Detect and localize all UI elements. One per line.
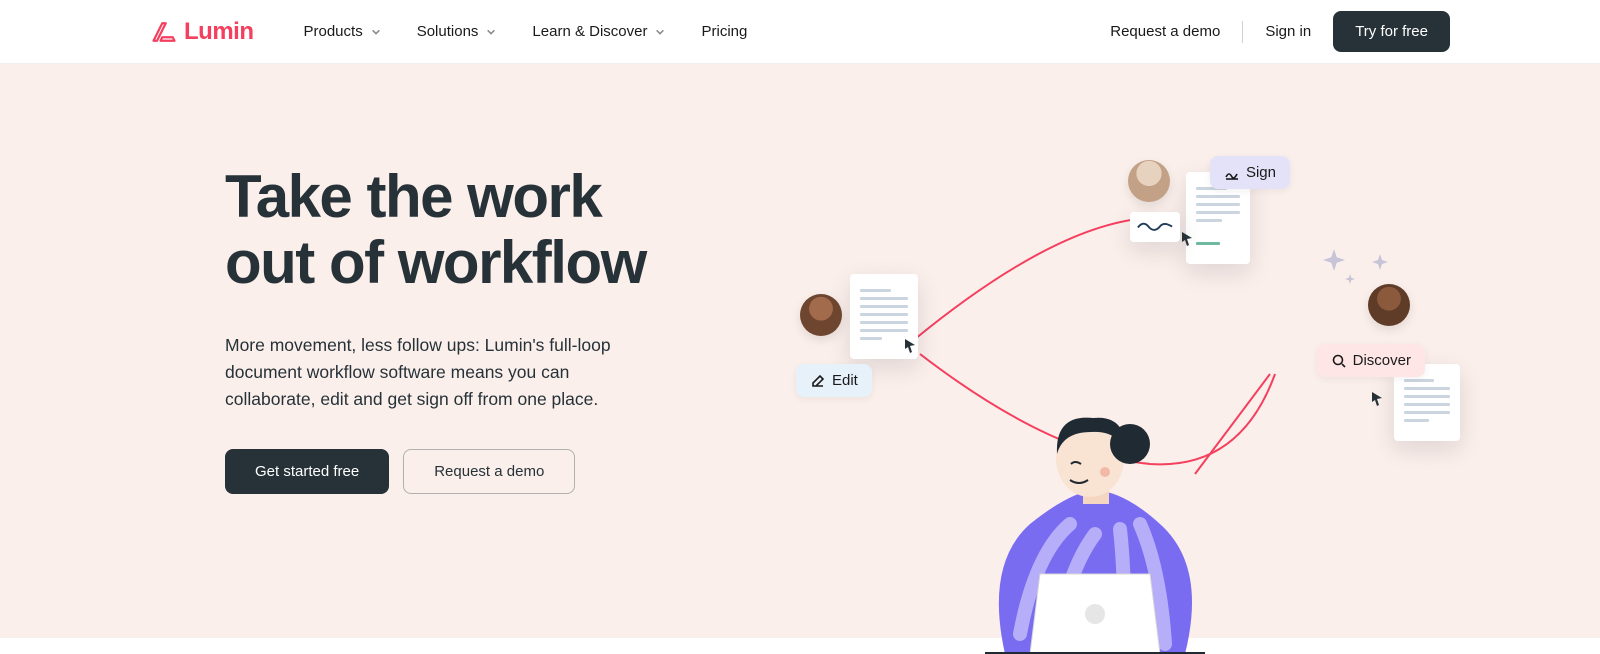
chevron-down-icon (655, 27, 665, 37)
person-illustration (975, 374, 1215, 654)
chevron-down-icon (486, 27, 496, 37)
cursor-icon (1182, 232, 1194, 246)
edit-icon (810, 373, 826, 389)
nav-label: Learn & Discover (532, 23, 647, 40)
nav-products[interactable]: Products (304, 23, 381, 40)
pill-label: Sign (1246, 164, 1276, 181)
divider (1242, 21, 1243, 43)
hero-section: Take the work out of workflow More movem… (0, 64, 1600, 638)
signature-icon (1224, 165, 1240, 181)
nav-label: Pricing (701, 23, 747, 40)
lumin-logo-icon (150, 18, 178, 46)
request-demo-button[interactable]: Request a demo (403, 449, 575, 494)
nav-label: Products (304, 23, 363, 40)
sparkle-icon (1323, 249, 1345, 271)
cta-row: Get started free Request a demo (225, 449, 765, 494)
get-started-free-button[interactable]: Get started free (225, 449, 389, 494)
primary-nav: Products Solutions Learn & Discover Pric… (304, 23, 748, 40)
header-actions: Request a demo Sign in Try for free (1110, 11, 1450, 52)
sparkle-icon (1372, 254, 1388, 270)
nav-pricing[interactable]: Pricing (701, 23, 747, 40)
hero-headline: Take the work out of workflow (225, 164, 765, 296)
hero-copy: Take the work out of workflow More movem… (225, 64, 765, 638)
request-demo-link[interactable]: Request a demo (1110, 23, 1220, 40)
pill-label: Discover (1353, 352, 1411, 369)
chevron-down-icon (371, 27, 381, 37)
pill-label: Edit (832, 372, 858, 389)
brand-name: Lumin (184, 18, 254, 46)
nav-solutions[interactable]: Solutions (417, 23, 497, 40)
document-card (1130, 212, 1180, 242)
edit-pill: Edit (796, 364, 872, 397)
hero-illustration: Sign Edit Discover (800, 154, 1380, 654)
hero-subtext: More movement, less follow ups: Lumin's … (225, 332, 655, 413)
try-for-free-button[interactable]: Try for free (1333, 11, 1450, 52)
discover-pill: Discover (1317, 344, 1425, 377)
search-icon (1331, 353, 1347, 369)
avatar (1368, 284, 1410, 326)
avatar (800, 294, 842, 336)
nav-learn-discover[interactable]: Learn & Discover (532, 23, 665, 40)
sparkle-icon (1345, 274, 1355, 284)
cursor-icon (905, 339, 917, 353)
avatar (1128, 160, 1170, 202)
site-header: Lumin Products Solutions Learn & Discove… (0, 0, 1600, 64)
cursor-icon (1372, 392, 1384, 406)
headline-line-1: Take the work (225, 163, 601, 230)
brand-logo[interactable]: Lumin (150, 18, 254, 46)
headline-line-2: out of workflow (225, 229, 646, 296)
sign-in-link[interactable]: Sign in (1265, 23, 1311, 40)
nav-label: Solutions (417, 23, 479, 40)
sign-pill: Sign (1210, 156, 1290, 189)
